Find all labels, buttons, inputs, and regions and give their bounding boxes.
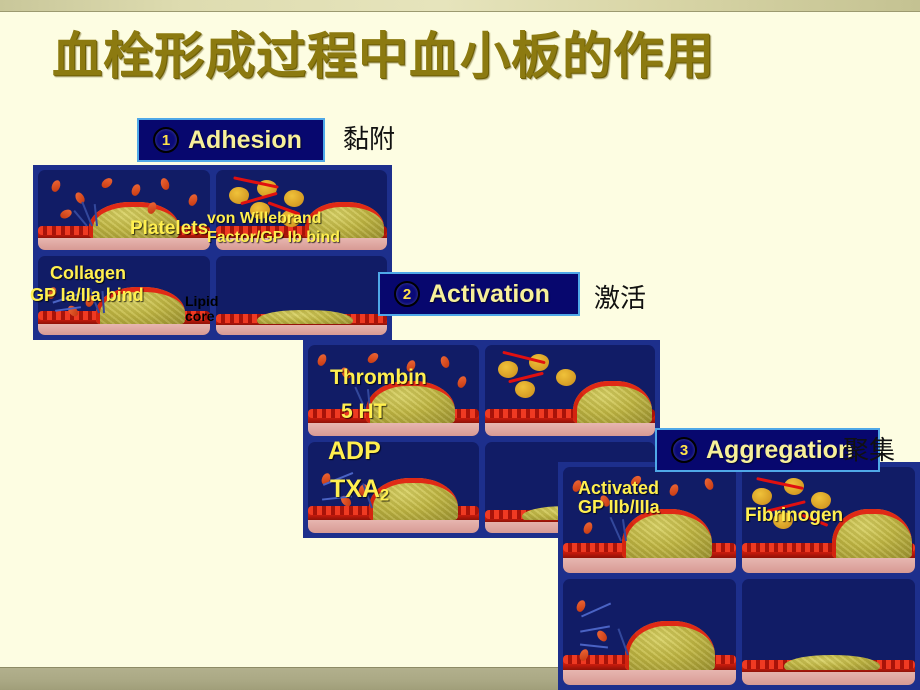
label-activated-line2: GP IIb/IIIa — [578, 497, 660, 517]
page-title: 血栓形成过程中血小板的作用 — [52, 28, 715, 84]
occlusive-thrombus — [766, 624, 891, 671]
stage-label-adhesion: Adhesion — [188, 125, 302, 154]
adhesion-cell-lipid-core — [215, 255, 387, 335]
subendothelium — [308, 423, 479, 436]
label-txa2-base: TXA — [330, 475, 380, 503]
aggregation-cell-spreading — [563, 579, 736, 685]
label-adp: ADP — [328, 437, 381, 465]
plaque-mound — [625, 621, 716, 671]
subendothelium — [308, 520, 479, 533]
top-decorative-bar — [0, 0, 920, 12]
stage-label-aggregation: Aggregation — [706, 435, 854, 464]
stage-header-activation[interactable]: 2 Activation — [378, 272, 580, 316]
label-thrombin: Thrombin — [330, 366, 427, 389]
subendothelium — [563, 558, 736, 573]
label-txa2: TXA2 — [330, 475, 389, 505]
stage-translation-adhesion: 黏附 — [343, 125, 396, 155]
subendothelium — [215, 323, 387, 335]
label-5ht: 5 HT — [341, 400, 387, 423]
subendothelium — [563, 670, 736, 685]
stage-number-badge: 1 — [153, 127, 179, 153]
stage-number-badge: 2 — [394, 281, 420, 307]
label-fibrinogen: Fibrinogen — [745, 505, 844, 526]
stage-translation-aggregation: 聚集 — [843, 436, 896, 466]
stage-translation-activation: 激活 — [594, 284, 647, 314]
subendothelium — [742, 670, 915, 685]
label-activated-line1: Activated — [578, 478, 660, 498]
label-vwf-line2: Factor/GP Ib bind — [207, 229, 341, 246]
label-lipid-line2: core — [185, 308, 215, 324]
subendothelium — [38, 238, 210, 250]
label-collagen-line1: Collagen — [50, 263, 127, 283]
slide-canvas: 血栓形成过程中血小板的作用 1 Adhesion 黏附 Platelets vo… — [0, 0, 920, 690]
label-platelets: Platelets — [130, 218, 209, 239]
ruptured-thrombus — [246, 290, 359, 322]
platelet-aggregate — [553, 390, 597, 425]
activation-cell-thrombin — [308, 345, 479, 436]
label-collagen-line2: GP Ia/IIa bind — [30, 285, 144, 305]
subendothelium — [38, 323, 210, 335]
stage-number-badge: 3 — [671, 437, 697, 463]
subendothelium — [484, 423, 655, 436]
subendothelium — [742, 558, 915, 573]
label-vwf-line1: von Willebrand — [207, 210, 322, 227]
stage-label-activation: Activation — [429, 279, 550, 308]
label-txa2-subscript: 2 — [380, 486, 390, 505]
aggregation-cell-occlusion — [742, 579, 915, 685]
stage-header-adhesion[interactable]: 1 Adhesion — [137, 118, 325, 162]
activation-cell-vwf — [484, 345, 655, 436]
